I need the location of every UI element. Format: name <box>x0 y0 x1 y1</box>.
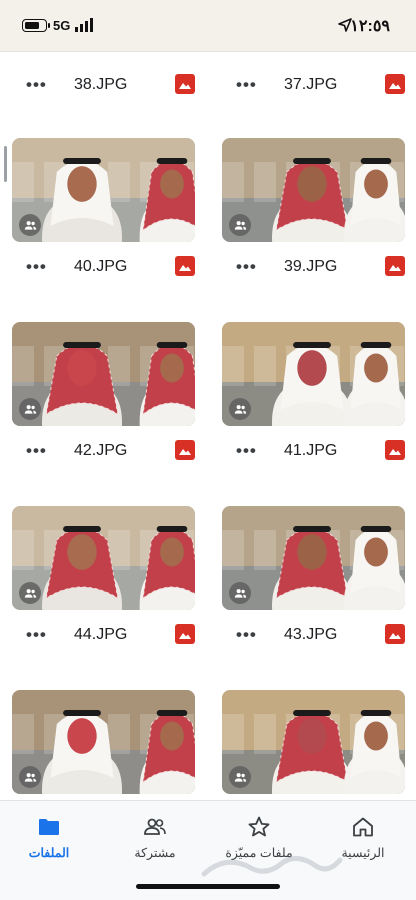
more-options-icon[interactable]: ••• <box>236 625 257 645</box>
shared-people-icon <box>19 766 41 788</box>
more-options-icon[interactable]: ••• <box>236 257 257 277</box>
file-item[interactable] <box>222 690 405 794</box>
file-thumbnail[interactable] <box>222 322 405 426</box>
shared-people-icon <box>19 582 41 604</box>
nav-files[interactable]: الملفات <box>4 815 94 860</box>
file-item[interactable]: ••• 40.JPG <box>12 138 195 284</box>
more-options-icon[interactable]: ••• <box>26 75 47 95</box>
network-type: 5G <box>53 18 71 33</box>
folder-icon <box>39 819 59 835</box>
shared-people-icon <box>229 582 251 604</box>
file-thumbnail[interactable] <box>222 506 405 610</box>
file-thumbnail[interactable] <box>222 138 405 242</box>
image-file-icon <box>175 74 195 94</box>
image-file-icon <box>385 256 405 276</box>
shared-people-icon <box>229 398 251 420</box>
file-item[interactable]: ••• 42.JPG <box>12 322 195 468</box>
shared-people-icon <box>229 766 251 788</box>
file-name-row: ••• 37.JPG <box>222 72 405 102</box>
more-options-icon[interactable]: ••• <box>26 257 47 277</box>
file-thumbnail[interactable] <box>12 322 195 426</box>
image-file-icon <box>385 440 405 460</box>
image-file-icon <box>385 74 405 94</box>
file-thumbnail[interactable] <box>12 138 195 242</box>
image-file-icon <box>385 624 405 644</box>
file-item[interactable] <box>12 690 195 794</box>
battery-level <box>25 22 39 29</box>
file-thumbnail[interactable] <box>222 690 405 794</box>
more-options-icon[interactable]: ••• <box>26 625 47 645</box>
shared-people-icon <box>19 214 41 236</box>
battery-icon <box>22 19 50 32</box>
shared-people-icon <box>19 398 41 420</box>
file-thumbnail[interactable] <box>12 506 195 610</box>
image-file-icon <box>175 624 195 644</box>
nav-shared[interactable]: مشتركة <box>110 815 200 860</box>
nav-shared-label: مشتركة <box>134 846 176 860</box>
more-options-icon[interactable]: ••• <box>236 441 257 461</box>
file-name-row: ••• 41.JPG <box>222 438 405 468</box>
file-name: 37.JPG <box>284 76 338 93</box>
file-thumbnail[interactable] <box>12 690 195 794</box>
file-name: 44.JPG <box>74 626 128 643</box>
image-file-icon <box>175 256 195 276</box>
file-name: 42.JPG <box>74 442 128 459</box>
drive-files-screen: 5G ١٢:٥٩ ••• 38.JPG ••• 37.JPG ••• 40.JP… <box>0 0 416 900</box>
status-time: ١٢:٥٩ <box>350 18 390 35</box>
file-item[interactable]: ••• 37.JPG <box>222 72 405 102</box>
home-indicator[interactable] <box>136 884 280 889</box>
file-row-top: ••• 38.JPG ••• 37.JPG <box>0 72 416 102</box>
file-item[interactable]: ••• 38.JPG <box>12 72 195 102</box>
file-item[interactable]: ••• 43.JPG <box>222 506 405 652</box>
file-name: 43.JPG <box>284 626 338 643</box>
file-name-row: ••• 42.JPG <box>12 438 195 468</box>
file-name: 41.JPG <box>284 442 338 459</box>
image-file-icon <box>175 440 195 460</box>
shared-people-icon <box>144 818 166 835</box>
nav-files-label: الملفات <box>28 846 70 860</box>
file-name-row: ••• 38.JPG <box>12 72 195 102</box>
status-bar: 5G ١٢:٥٩ <box>0 0 416 52</box>
file-name-row: ••• 40.JPG <box>12 254 195 284</box>
star-icon <box>248 816 270 837</box>
file-name-row: ••• 39.JPG <box>222 254 405 284</box>
file-item[interactable]: ••• 41.JPG <box>222 322 405 468</box>
file-name: 39.JPG <box>284 258 338 275</box>
more-options-icon[interactable]: ••• <box>236 75 257 95</box>
file-name: 38.JPG <box>74 76 128 93</box>
file-item[interactable]: ••• 39.JPG <box>222 138 405 284</box>
scroll-indicator[interactable] <box>4 146 7 182</box>
shared-people-icon <box>229 214 251 236</box>
file-item[interactable]: ••• 44.JPG <box>12 506 195 652</box>
file-name-row: ••• 44.JPG <box>12 622 195 652</box>
file-name: 40.JPG <box>74 258 128 275</box>
file-name-row: ••• 43.JPG <box>222 622 405 652</box>
signal-strength-icon <box>75 18 93 32</box>
more-options-icon[interactable]: ••• <box>26 441 47 461</box>
watermark-logo <box>201 856 343 877</box>
home-icon <box>353 817 373 837</box>
